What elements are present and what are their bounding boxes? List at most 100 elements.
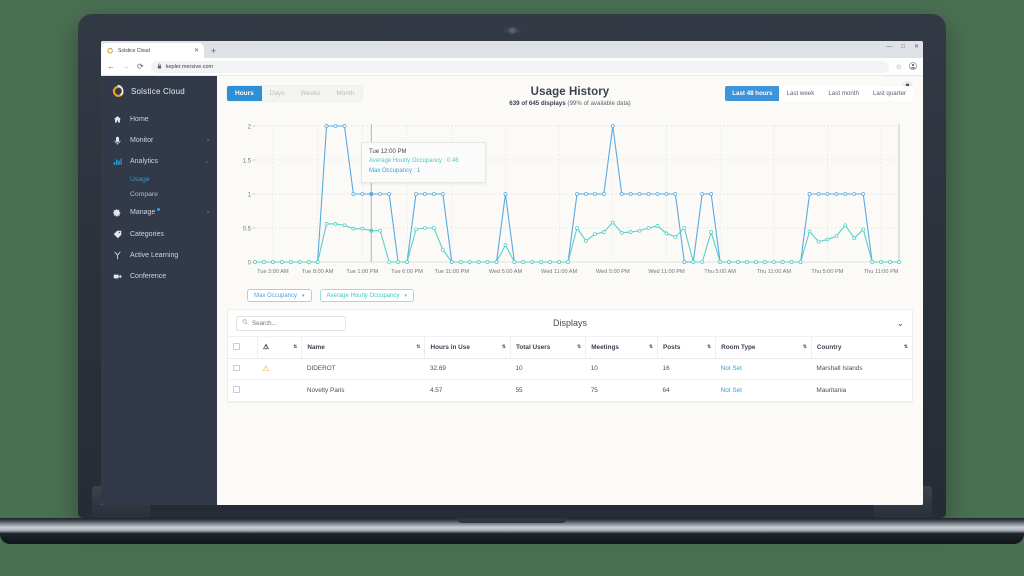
sort-icon[interactable]: ⇅ — [803, 344, 807, 350]
svg-text:Tue 6:00 PM: Tue 6:00 PM — [391, 269, 423, 275]
svg-text:Thu 5:00 PM: Thu 5:00 PM — [811, 269, 843, 275]
address-bar[interactable]: kepler.mersive.com — [150, 60, 889, 73]
browser-profile-icon[interactable] — [909, 61, 917, 72]
row-meetings: 10 — [585, 358, 658, 380]
sidebar-item-categories[interactable]: Categories — [101, 224, 217, 245]
table-header-row: ⚠ ⇅ Name ⇅ Hours in Use ⇅ Total Users ⇅ Mee… — [228, 337, 912, 359]
sidebar-label-manage: Manage — [130, 209, 156, 217]
granularity-weeks-button[interactable]: Weeks — [292, 86, 329, 101]
sort-icon[interactable]: ⇅ — [707, 344, 711, 350]
search-box[interactable] — [236, 315, 346, 331]
row-room-type-link[interactable]: Not Set — [715, 358, 812, 380]
maximize-icon[interactable]: □ — [901, 44, 905, 50]
sidebar-subitem-compare[interactable]: Compare — [101, 187, 217, 202]
search-input[interactable] — [252, 319, 340, 327]
solstice-cloud-app: Solstice Cloud Home Monitor › Analytics … — [101, 76, 923, 505]
new-tab-button[interactable]: + — [211, 47, 216, 56]
address-bar-url: kepler.mersive.com — [165, 63, 214, 70]
room-type-header-label: Room Type — [721, 343, 756, 351]
search-icon — [242, 319, 248, 327]
sidebar-item-monitor[interactable]: Monitor › — [101, 130, 217, 151]
sidebar-item-manage[interactable]: Manage › — [101, 202, 217, 224]
chevron-down-icon: ▾ — [302, 292, 305, 299]
browser-tab[interactable]: Solstice Cloud ✕ — [101, 43, 204, 58]
row-checkbox[interactable] — [233, 364, 240, 371]
row-checkbox[interactable] — [233, 386, 240, 393]
select-all-header[interactable] — [228, 337, 258, 359]
bookmark-star-icon[interactable]: ☆ — [896, 63, 902, 71]
sort-icon[interactable]: ⇅ — [577, 344, 581, 350]
warning-column-header[interactable]: ⚠ ⇅ — [257, 337, 303, 359]
table-toolbar: Displays ⌄ — [228, 310, 912, 337]
row-checkbox-cell[interactable] — [228, 358, 258, 380]
granularity-days-button[interactable]: Days — [261, 86, 293, 101]
sidebar-item-home[interactable]: Home — [101, 109, 217, 130]
sort-icon[interactable]: ⇅ — [293, 344, 297, 350]
time-range-toggle-group: Last 48 hours Last week Last month Last … — [725, 86, 913, 101]
range-last-48-hours-button[interactable]: Last 48 hours — [725, 86, 780, 101]
hours-in-use-column-header[interactable]: Hours in Use ⇅ — [424, 337, 511, 359]
analytics-icon — [112, 157, 122, 166]
row-checkbox-cell[interactable] — [228, 379, 258, 402]
svg-text:Tue 11:00 PM: Tue 11:00 PM — [435, 269, 470, 275]
active-learning-icon — [112, 251, 122, 260]
tab-close-icon[interactable]: ✕ — [194, 48, 199, 54]
chevron-down-icon[interactable]: ⌄ — [896, 318, 904, 329]
row-hours-in-use: 4.57 — [424, 379, 511, 402]
legend-average-hourly-occupancy[interactable]: Average Hourly Occupancy ▾ — [319, 289, 414, 302]
range-last-week-button[interactable]: Last week — [779, 86, 822, 101]
lock-icon — [157, 63, 162, 71]
select-all-checkbox[interactable] — [233, 343, 240, 350]
sidebar-subitem-usage[interactable]: Usage — [101, 172, 217, 187]
warning-triangle-icon: ⚠ — [262, 363, 270, 373]
sidebar-label-home: Home — [130, 116, 149, 123]
displays-table-card: Displays ⌄ ⚠ ⇅ — [227, 309, 913, 403]
name-column-header[interactable]: Name ⇅ — [301, 337, 426, 359]
sort-icon[interactable]: ⇅ — [416, 344, 420, 350]
svg-text:2: 2 — [248, 125, 252, 131]
chart-svg: 0 0.5 1 1.5 2 Tue 3:00 AM Tue 8:00 AM Tue 1:00 … — [243, 124, 901, 275]
svg-text:Tue 3:00 AM: Tue 3:00 AM — [257, 269, 289, 275]
back-icon[interactable]: ← — [107, 62, 115, 71]
webcam — [509, 28, 515, 33]
sidebar-item-analytics[interactable]: Analytics ⌄ — [101, 151, 217, 172]
legend-max-label: Max Occupancy — [254, 292, 298, 299]
row-meetings: 75 — [585, 379, 658, 402]
sort-icon[interactable]: ⇅ — [904, 344, 908, 350]
chevron-down-icon: ⌄ — [203, 159, 209, 165]
minimize-icon[interactable]: ― — [886, 44, 892, 50]
sidebar-item-active-learning[interactable]: Active Learning — [101, 245, 217, 266]
video-icon — [112, 272, 122, 281]
window-controls: ― □ ✕ — [886, 43, 919, 51]
displays-table: ⚠ ⇅ Name ⇅ Hours in Use ⇅ Total Users ⇅ Mee… — [228, 337, 912, 402]
granularity-hours-button[interactable]: Hours — [227, 86, 262, 101]
posts-column-header[interactable]: Posts ⇅ — [657, 337, 717, 359]
table-row[interactable]: Novelty Paris 4.57 55 75 64 Not Set Maur… — [228, 379, 912, 402]
range-last-quarter-button[interactable]: Last quarter — [865, 86, 913, 101]
browser-toolbar: ← → ⟳ kepler.mersive.com ☆ — [101, 58, 923, 76]
row-room-type-link[interactable]: Not Set — [715, 379, 812, 402]
chart-subtitle: 639 of 645 displays (99% of available da… — [227, 100, 913, 107]
close-window-icon[interactable]: ✕ — [914, 43, 919, 50]
svg-text:Thu 11:00 AM: Thu 11:00 AM — [757, 269, 792, 275]
solstice-logo-icon — [110, 84, 125, 99]
sidebar-item-conference[interactable]: Conference — [101, 266, 217, 287]
reload-icon[interactable]: ⟳ — [137, 62, 144, 71]
chart-header: Hours Days Weeks Month Usage History 639… — [227, 86, 913, 116]
total-users-column-header[interactable]: Total Users ⇅ — [510, 337, 587, 359]
forward-icon[interactable]: → — [122, 62, 130, 71]
sidebar-label-categories: Categories — [130, 230, 164, 238]
table-row[interactable]: ⚠ DIDEROT 32.69 10 10 16 Not Set Marshal… — [228, 358, 912, 380]
room-type-column-header[interactable]: Room Type ⇅ — [715, 337, 812, 359]
sort-icon[interactable]: ⇅ — [649, 344, 653, 350]
sort-icon[interactable]: ⇅ — [502, 344, 506, 350]
granularity-month-button[interactable]: Month — [328, 86, 363, 101]
laptop-base-notch — [457, 518, 567, 523]
usage-line-chart[interactable]: 0 0.5 1 1.5 2 Tue 3:00 AM Tue 8:00 AM Tue 1:00 … — [233, 120, 909, 285]
range-last-month-button[interactable]: Last month — [821, 86, 866, 101]
legend-max-occupancy[interactable]: Max Occupancy ▾ — [247, 289, 312, 302]
country-column-header[interactable]: Country ⇅ — [811, 337, 912, 359]
row-country: Marshall Islands — [811, 358, 912, 380]
brand-logo-block[interactable]: Solstice Cloud — [101, 76, 217, 109]
meetings-column-header[interactable]: Meetings ⇅ — [585, 337, 659, 359]
